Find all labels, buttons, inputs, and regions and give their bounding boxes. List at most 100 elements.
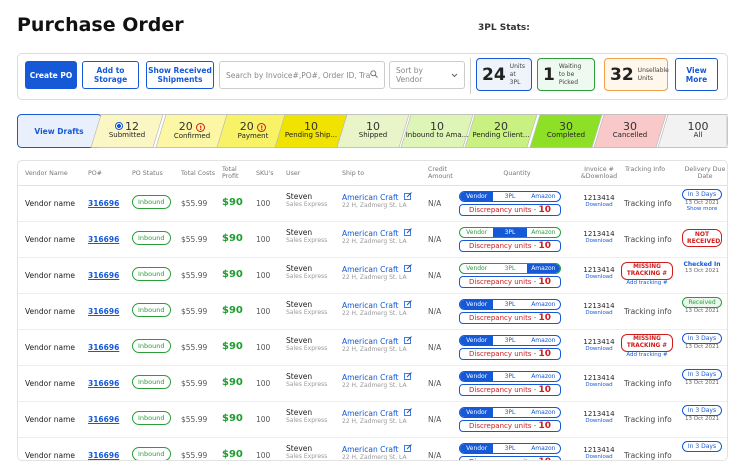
status-tab[interactable]: 20 ! Payment <box>221 114 285 148</box>
quantity-toggle[interactable]: Vendor 3PL Amazon <box>459 227 561 238</box>
edit-icon[interactable] <box>403 336 412 346</box>
quantity-toggle[interactable]: Vendor 3PL Amazon <box>459 191 561 202</box>
view-more-button[interactable]: View More <box>675 58 718 91</box>
tracking-info[interactable]: Tracking info <box>624 199 672 208</box>
qty-vendor-tab[interactable]: Vendor <box>460 408 494 417</box>
po-number-link[interactable]: 316696 <box>88 271 119 280</box>
status-tab[interactable]: 30 Cancelled <box>598 114 662 148</box>
show-more-link[interactable]: Show more <box>682 206 722 212</box>
quantity-toggle[interactable]: Vendor 3PL Amazon <box>459 263 561 274</box>
qty-3pl-tab[interactable]: 3PL <box>493 408 526 417</box>
table-row[interactable]: Vendor name 316696 Inbound $55.99 $90 100 Stev… <box>18 330 727 366</box>
qty-amazon-tab[interactable]: Amazon <box>527 372 560 381</box>
qty-3pl-tab[interactable]: 3PL <box>493 300 526 309</box>
qty-amazon-tab[interactable]: Amazon <box>526 264 560 273</box>
ship-to-link[interactable]: American Craft <box>342 337 398 346</box>
quantity-toggle[interactable]: Vendor 3PL Amazon <box>459 299 561 310</box>
download-link[interactable]: Download <box>578 382 620 388</box>
po-number-link[interactable]: 316696 <box>88 379 119 388</box>
qty-3pl-tab[interactable]: 3PL <box>493 192 526 201</box>
show-received-button[interactable]: Show Received Shipments <box>146 61 214 89</box>
status-tab[interactable]: 10 Inbound to Ama... <box>405 114 469 148</box>
table-row[interactable]: Vendor name 316696 Inbound $55.99 $90 100 Stev… <box>18 222 727 258</box>
qty-3pl-tab[interactable]: 3PL <box>493 372 526 381</box>
edit-icon[interactable] <box>403 228 412 238</box>
qty-vendor-tab[interactable]: Vendor <box>460 444 494 453</box>
tracking-info[interactable]: Tracking info <box>624 379 672 388</box>
qty-vendor-tab[interactable]: Vendor <box>460 300 494 309</box>
tracking-info[interactable]: Tracking info <box>624 235 672 244</box>
qty-vendor-tab[interactable]: Vendor <box>460 192 494 201</box>
tracking-info[interactable]: Tracking info <box>624 415 672 424</box>
po-number-link[interactable]: 316696 <box>88 307 119 316</box>
create-po-button[interactable]: Create PO <box>25 61 77 89</box>
status-tab[interactable]: 10 Shipped <box>341 114 405 148</box>
edit-icon[interactable] <box>403 300 412 310</box>
table-row[interactable]: Vendor name 316696 Inbound $55.99 $90 100 Stev… <box>18 186 727 222</box>
po-number-link[interactable]: 316696 <box>88 235 119 244</box>
ship-to-link[interactable]: American Craft <box>342 229 398 238</box>
download-link[interactable]: Download <box>578 346 620 352</box>
qty-3pl-tab[interactable]: 3PL <box>493 264 526 273</box>
table-row[interactable]: Vendor name 316696 Inbound $55.99 $90 100 Stev… <box>18 294 727 330</box>
qty-amazon-tab[interactable]: Amazon <box>527 192 560 201</box>
ship-to-link[interactable]: American Craft <box>342 409 398 418</box>
po-number-link[interactable]: 316696 <box>88 343 119 352</box>
qty-vendor-tab[interactable]: Vendor <box>460 372 494 381</box>
quantity-toggle[interactable]: Vendor 3PL Amazon <box>459 443 561 454</box>
tracking-info[interactable]: Tracking info <box>624 451 672 460</box>
qty-amazon-tab[interactable]: Amazon <box>527 444 560 453</box>
tracking-info[interactable]: Tracking info <box>624 307 672 316</box>
sort-select[interactable]: Sort by Vendor <box>389 61 465 89</box>
quantity-toggle[interactable]: Vendor 3PL Amazon <box>459 335 561 346</box>
download-link[interactable]: Download <box>578 454 620 460</box>
download-link[interactable]: Download <box>578 238 620 244</box>
po-number-link[interactable]: 316696 <box>88 199 119 208</box>
ship-to-link[interactable]: American Craft <box>342 445 398 454</box>
edit-icon[interactable] <box>403 264 412 274</box>
qty-amazon-tab[interactable]: Amazon <box>527 336 560 345</box>
add-to-storage-button[interactable]: Add to Storage <box>82 61 139 89</box>
add-tracking-link[interactable]: Add tracking # <box>621 352 673 358</box>
qty-vendor-tab[interactable]: Vendor <box>460 264 493 273</box>
table-row[interactable]: Vendor name 316696 Inbound $55.99 $90 100 Stev… <box>18 438 727 460</box>
view-drafts-button[interactable]: View Drafts <box>17 114 101 148</box>
status-tab[interactable]: 20 ! Confirmed <box>160 114 224 148</box>
status-tab[interactable]: 10 Pending Ship... <box>279 114 343 148</box>
search-input[interactable]: Search by Invoice#,PO#, Order ID, Tracki… <box>219 61 385 89</box>
status-tab[interactable]: 30 Completed <box>534 114 598 148</box>
download-link[interactable]: Download <box>578 418 620 424</box>
quantity-toggle[interactable]: Vendor 3PL Amazon <box>459 407 561 418</box>
table-row[interactable]: Vendor name 316696 Inbound $55.99 $90 100 Stev… <box>18 258 727 294</box>
edit-icon[interactable] <box>403 408 412 418</box>
status-tab[interactable]: 20 Pending Client... <box>469 114 533 148</box>
qty-amazon-tab[interactable]: Amazon <box>527 300 560 309</box>
ship-to-link[interactable]: American Craft <box>342 373 398 382</box>
qty-vendor-tab[interactable]: Vendor <box>460 336 494 345</box>
edit-icon[interactable] <box>403 372 412 382</box>
status-tab[interactable]: 12 Submitted <box>95 114 159 148</box>
edit-icon[interactable] <box>403 192 412 202</box>
qty-vendor-tab[interactable]: Vendor <box>460 228 493 237</box>
download-link[interactable]: Download <box>578 274 620 280</box>
qty-3pl-tab[interactable]: 3PL <box>493 336 526 345</box>
po-number-link[interactable]: 316696 <box>88 451 119 460</box>
qty-amazon-tab[interactable]: Amazon <box>527 408 560 417</box>
table-row[interactable]: Vendor name 316696 Inbound $55.99 $90 100 Stev… <box>18 366 727 402</box>
quantity-toggle[interactable]: Vendor 3PL Amazon <box>459 371 561 382</box>
edit-icon[interactable] <box>403 444 412 454</box>
ship-to-link[interactable]: American Craft <box>342 265 398 274</box>
tab-count: 30 <box>623 120 637 133</box>
qty-amazon-tab[interactable]: Amazon <box>527 228 560 237</box>
table-row[interactable]: Vendor name 316696 Inbound $55.99 $90 100 Stev… <box>18 402 727 438</box>
download-link[interactable]: Download <box>578 310 620 316</box>
download-link[interactable]: Download <box>578 202 620 208</box>
po-number-link[interactable]: 316696 <box>88 415 119 424</box>
add-tracking-link[interactable]: Add tracking # <box>621 280 673 286</box>
ship-to-link[interactable]: American Craft <box>342 301 398 310</box>
column-header: PO Status <box>132 170 163 177</box>
qty-3pl-tab[interactable]: 3PL <box>493 444 526 453</box>
qty-3pl-tab[interactable]: 3PL <box>493 228 527 237</box>
status-tab[interactable]: 100 All <box>662 114 734 148</box>
ship-to-link[interactable]: American Craft <box>342 193 398 202</box>
